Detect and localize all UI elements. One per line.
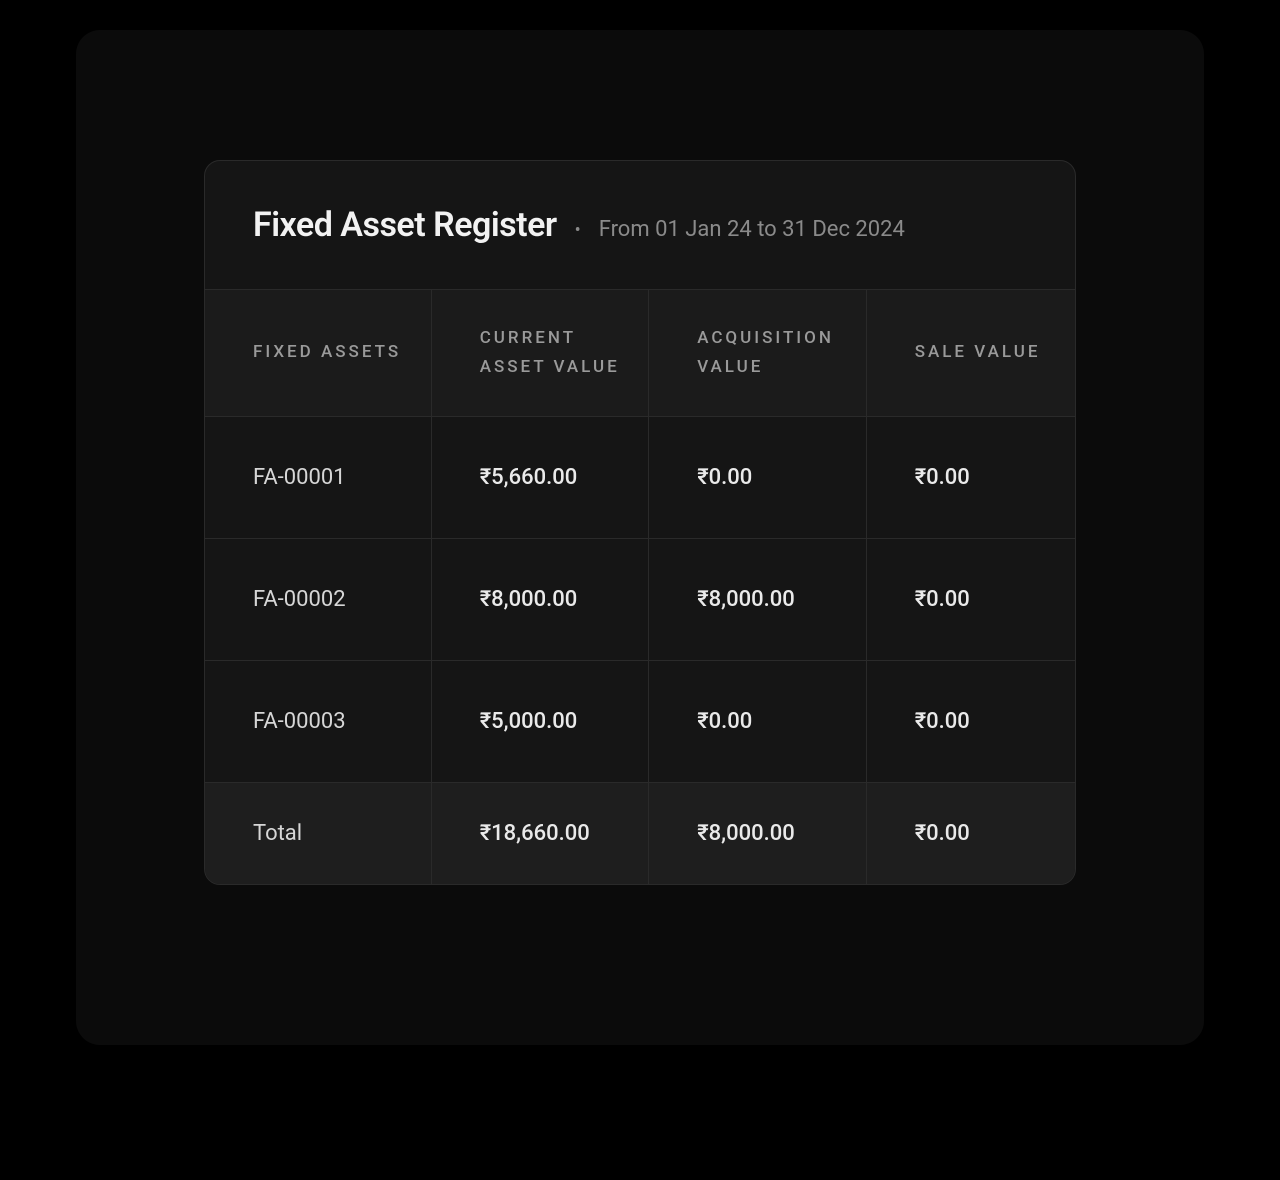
report-date-range: From 01 Jan 24 to 31 Dec 2024 bbox=[599, 217, 905, 242]
cell-asset-id: FA-00003 bbox=[205, 660, 431, 782]
cell-total-current: ₹18,660.00 bbox=[431, 782, 649, 884]
cell-acquisition-value: ₹0.00 bbox=[649, 660, 867, 782]
app-panel: Fixed Asset Register • From 01 Jan 24 to… bbox=[76, 30, 1204, 1045]
table-row[interactable]: FA-00003 ₹5,000.00 ₹0.00 ₹0.00 bbox=[205, 660, 1075, 782]
cell-total-acquisition: ₹8,000.00 bbox=[649, 782, 867, 884]
cell-asset-id: FA-00001 bbox=[205, 416, 431, 538]
fixed-asset-table: FIXED ASSETS CURRENT ASSET VALUE ACQUISI… bbox=[205, 289, 1075, 884]
report-header: Fixed Asset Register • From 01 Jan 24 to… bbox=[205, 161, 1075, 289]
table-row[interactable]: FA-00001 ₹5,660.00 ₹0.00 ₹0.00 bbox=[205, 416, 1075, 538]
cell-acquisition-value: ₹8,000.00 bbox=[649, 538, 867, 660]
column-header-sale-value[interactable]: SALE VALUE bbox=[866, 290, 1075, 417]
cell-current-value: ₹8,000.00 bbox=[431, 538, 649, 660]
column-header-current-value[interactable]: CURRENT ASSET VALUE bbox=[431, 290, 649, 417]
cell-current-value: ₹5,000.00 bbox=[431, 660, 649, 782]
bullet-separator-icon: • bbox=[575, 220, 581, 241]
column-header-acquisition-value[interactable]: ACQUISITION VALUE bbox=[649, 290, 867, 417]
report-card: Fixed Asset Register • From 01 Jan 24 to… bbox=[204, 160, 1076, 885]
cell-sale-value: ₹0.00 bbox=[866, 538, 1075, 660]
table-total-row: Total ₹18,660.00 ₹8,000.00 ₹0.00 bbox=[205, 782, 1075, 884]
cell-total-label: Total bbox=[205, 782, 431, 884]
cell-asset-id: FA-00002 bbox=[205, 538, 431, 660]
column-header-fixed-assets[interactable]: FIXED ASSETS bbox=[205, 290, 431, 417]
cell-current-value: ₹5,660.00 bbox=[431, 416, 649, 538]
cell-sale-value: ₹0.00 bbox=[866, 660, 1075, 782]
table-header-row: FIXED ASSETS CURRENT ASSET VALUE ACQUISI… bbox=[205, 290, 1075, 417]
cell-sale-value: ₹0.00 bbox=[866, 416, 1075, 538]
cell-acquisition-value: ₹0.00 bbox=[649, 416, 867, 538]
table-row[interactable]: FA-00002 ₹8,000.00 ₹8,000.00 ₹0.00 bbox=[205, 538, 1075, 660]
cell-total-sale: ₹0.00 bbox=[866, 782, 1075, 884]
report-title: Fixed Asset Register bbox=[253, 205, 557, 245]
